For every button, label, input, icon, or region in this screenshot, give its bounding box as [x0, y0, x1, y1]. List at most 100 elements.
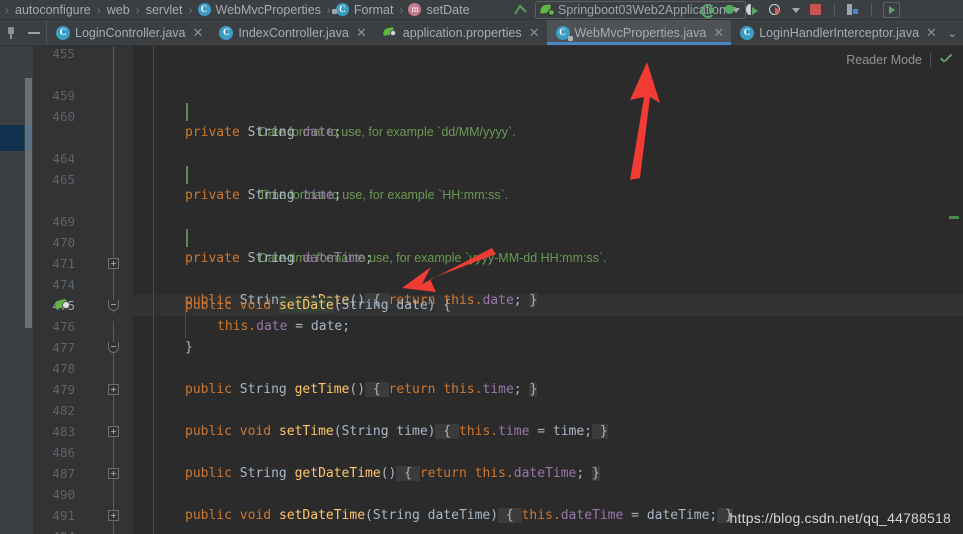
- breadcrumb-item-servlet[interactable]: servlet: [145, 0, 184, 19]
- fold-expand-icon[interactable]: [108, 258, 119, 269]
- breadcrumb-item-autoconfigure[interactable]: autoconfigure: [14, 0, 92, 19]
- stop-icon[interactable]: [809, 3, 823, 17]
- line-number: 490: [52, 487, 75, 502]
- breadcrumb-separator: ›: [96, 2, 101, 17]
- brace: {: [435, 424, 459, 439]
- method-signature: (String date) {: [333, 298, 452, 313]
- breadcrumb-separator: ›: [399, 2, 404, 17]
- tab-loginhandlerinterceptor[interactable]: C LoginHandlerInterceptor.java ✕: [731, 20, 944, 45]
- tab-label: application.properties: [402, 25, 522, 40]
- breadcrumb-item-web[interactable]: web: [106, 0, 131, 19]
- close-icon[interactable]: ✕: [926, 26, 937, 39]
- line-number: 494: [52, 529, 75, 534]
- editor-gutter[interactable]: 455 459 460 464 465 469 470 471 474 475 …: [33, 46, 133, 534]
- gutter-row: 483: [33, 421, 133, 442]
- type: String: [231, 382, 295, 397]
- rerun-icon[interactable]: [700, 3, 715, 18]
- close-icon[interactable]: ✕: [529, 26, 540, 39]
- gutter-row: 464: [33, 148, 133, 169]
- tab-logincontroller[interactable]: C LoginController.java ✕: [47, 20, 210, 45]
- active-tab-underline: [546, 42, 732, 45]
- punctuation: ;: [333, 188, 342, 203]
- profiler-chevron-down-icon[interactable]: [792, 7, 800, 13]
- keyword: public: [185, 466, 232, 481]
- tab-indexcontroller[interactable]: C IndexController.java ✕: [210, 20, 373, 45]
- breadcrumb-item-setdate[interactable]: m setDate: [408, 0, 470, 19]
- keyword-void: void: [231, 508, 279, 523]
- fold-expand-icon[interactable]: [108, 510, 119, 521]
- close-icon[interactable]: ✕: [193, 26, 204, 39]
- error-stripe-mark[interactable]: [949, 216, 959, 219]
- breadcrumb-label: Format: [353, 2, 394, 17]
- run-icon[interactable]: [883, 2, 900, 18]
- fold-expand-icon[interactable]: [108, 384, 119, 395]
- pin-icon[interactable]: [6, 26, 16, 39]
- field-ref: time: [482, 382, 514, 397]
- line-number: 486: [52, 445, 75, 460]
- type: String: [239, 125, 303, 140]
- brace: {: [365, 382, 389, 397]
- punctuation: ;: [513, 382, 530, 397]
- tab-webmvcproperties[interactable]: C WebMvcProperties.java ✕: [546, 20, 732, 45]
- gutter-row: 469: [33, 211, 133, 232]
- breadcrumb-item-webmvcproperties[interactable]: C WebMvcProperties: [197, 0, 322, 19]
- run-with-coverage-icon[interactable]: [746, 3, 760, 17]
- java-class-icon: C: [740, 25, 755, 40]
- fold-collapse-icon[interactable]: [108, 300, 119, 311]
- line-number: 460: [52, 109, 75, 124]
- keyword-this: this.: [474, 466, 514, 481]
- punctuation: ;: [513, 293, 530, 308]
- close-icon[interactable]: ✕: [356, 26, 367, 39]
- tab-bar-actions: [0, 20, 47, 45]
- keyword-this: this.: [217, 319, 257, 334]
- breadcrumb-separator: ›: [188, 2, 193, 17]
- breadcrumb-item-format[interactable]: C Format: [335, 0, 395, 19]
- code-content[interactable]: Date format to use, for example `dd/MM/y…: [133, 46, 963, 534]
- tab-application-properties[interactable]: application.properties ✕: [374, 20, 547, 45]
- line-number: 479: [52, 382, 75, 397]
- gutter-row: 486: [33, 442, 133, 463]
- divider: [930, 53, 931, 67]
- keyword: return: [419, 466, 475, 481]
- reader-mode-label: Reader Mode: [846, 53, 922, 67]
- keyword: public: [185, 424, 232, 439]
- tab-overflow-chevron-icon[interactable]: ⌄: [948, 20, 957, 45]
- brace: }: [529, 293, 538, 308]
- field-name: dateTime: [302, 251, 366, 266]
- java-class-icon: C: [56, 25, 70, 40]
- javadoc-time-line: Time format to use, for example `HH:mm:s…: [196, 164, 509, 202]
- field-ref: date: [256, 319, 288, 334]
- layout-icon[interactable]: [846, 3, 860, 17]
- punctuation: (): [380, 466, 397, 481]
- brace: }: [592, 466, 600, 481]
- hide-icon[interactable]: [28, 27, 40, 39]
- field-name: time: [302, 188, 334, 203]
- brace: {: [396, 466, 420, 481]
- scrollbar-highlight-marker: [25, 125, 32, 151]
- checkmark-icon[interactable]: [939, 54, 953, 67]
- method-setdatetime-line: public void setDateTime(String dateTime)…: [185, 505, 733, 526]
- fold-end-icon[interactable]: [108, 342, 119, 353]
- keyword-this: this.: [521, 508, 561, 523]
- field-datetime-line: private String dateTime;: [185, 248, 373, 269]
- type: String: [231, 466, 295, 481]
- static-class-icon: C: [335, 3, 349, 16]
- close-icon[interactable]: ✕: [713, 26, 724, 39]
- setdate-body-line: this.date = date;: [217, 316, 350, 337]
- debug-icon[interactable]: [723, 3, 737, 17]
- method-gettime-line: public String getTime() { return this.ti…: [185, 379, 538, 400]
- setdate-close-line: }: [185, 337, 193, 358]
- profiler-icon[interactable]: [769, 3, 783, 17]
- fold-expand-icon[interactable]: [108, 426, 119, 437]
- breadcrumb-separator: ›: [5, 2, 9, 17]
- breadcrumb-separator: ›: [135, 2, 140, 17]
- gutter-row: 487: [33, 463, 133, 484]
- vertical-scrollbar-thumb[interactable]: [25, 78, 32, 328]
- class-icon: C: [197, 3, 211, 16]
- spring-bean-icon[interactable]: [55, 298, 72, 312]
- line-number: 477: [52, 340, 75, 355]
- breadcrumb-label: autoconfigure: [15, 2, 91, 17]
- reader-mode-widget[interactable]: Reader Mode: [846, 53, 953, 67]
- fold-expand-icon[interactable]: [108, 468, 119, 479]
- gutter-row: 460: [33, 106, 133, 127]
